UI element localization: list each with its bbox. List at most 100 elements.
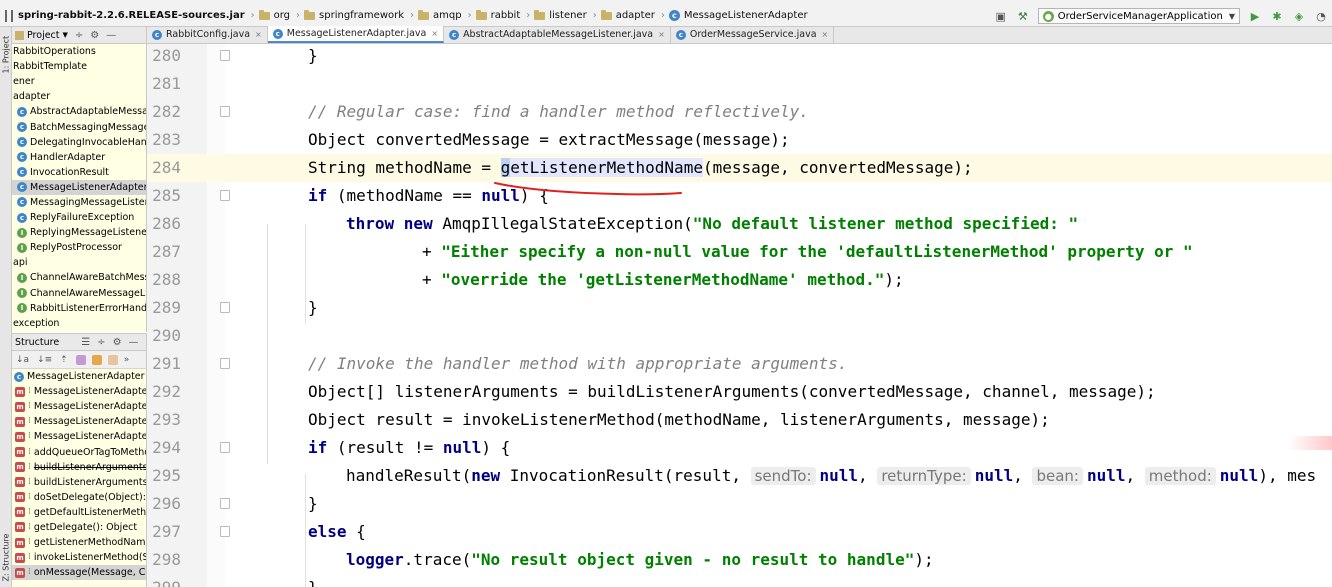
breadcrumb: spring-rabbit-2.2.6.RELEASE-sources.jar ›… [18, 9, 812, 21]
chevron-down-icon[interactable]: ▼ [63, 31, 68, 39]
structure-member-item[interactable]: m ⁞ invokeListenerMethod(Str [12, 550, 146, 565]
project-tree-item[interactable]: c HandlerAdapter [12, 150, 146, 165]
sort-by-visibility-icon[interactable]: ↓≡ [37, 355, 52, 365]
visibility-icon: ⁞ [28, 461, 31, 472]
structure-tool-window-button[interactable]: Z: Structure [2, 534, 11, 582]
interface-icon: I [17, 288, 27, 299]
project-tree-item[interactable]: c MessageListenerAdapter [12, 179, 146, 195]
editor-tab[interactable]: c AbstractAdaptableMessageListener.java × [444, 26, 671, 43]
method-icon: m [15, 567, 25, 578]
close-tab-icon[interactable]: × [658, 30, 665, 39]
project-tree-item[interactable]: RabbitOperations [12, 44, 146, 59]
breadcrumb-item[interactable]: spring-rabbit-2.2.6.RELEASE-sources.jar [18, 10, 245, 21]
project-tree[interactable]: RabbitOperations RabbitTemplate ener adapte… [12, 44, 146, 331]
structure-member-item[interactable]: m ⁞ MessageListenerAdapter( [12, 414, 146, 429]
coverage-icon[interactable]: ◈ [1291, 8, 1307, 24]
show-non-public-icon[interactable] [107, 354, 118, 365]
method-icon: m [15, 507, 25, 518]
collapse-all-icon[interactable]: ÷ [75, 30, 83, 41]
method-icon: m [15, 431, 25, 442]
structure-member-item[interactable]: m ⁞ MessageListenerAdapter( [12, 399, 146, 414]
close-tab-icon[interactable]: × [822, 30, 829, 39]
project-tree-item[interactable]: cDelegatingInvocableHandle [12, 135, 146, 150]
navigation-bar: spring-rabbit-2.2.6.RELEASE-sources.jar ›… [0, 5, 1332, 27]
structure-member-item[interactable]: m ⁞ onMessage(Message, Ch [12, 565, 146, 581]
project-tree-item[interactable]: c InvocationResult [12, 165, 146, 180]
structure-member-item[interactable]: m ⁞ getDelegate(): Object [12, 520, 146, 535]
breadcrumb-item[interactable]: › adapter [591, 9, 655, 21]
project-tree-item[interactable]: IChannelAwareMessageListe [12, 286, 146, 301]
project-tree-item[interactable]: I ReplyPostProcessor [12, 240, 146, 255]
editor-tab[interactable]: c OrderMessageService.java × [671, 26, 835, 43]
package-icon [600, 9, 612, 20]
structure-member-item[interactable]: m⁞buildListenerArguments(O [12, 475, 146, 490]
structure-member-item[interactable]: m⁞doSetDelegate(Object): vo [12, 490, 146, 505]
project-tree-item-label: RabbitTemplate [13, 61, 87, 73]
method-icon: m [15, 492, 25, 503]
structure-tree[interactable]: m ⁞ MessageListenerAdapter(m ⁞ MessageListen… [12, 384, 146, 581]
project-tree-item[interactable]: api [12, 255, 146, 270]
breadcrumb-label: spring-rabbit-2.2.6.RELEASE-sources.jar [18, 10, 245, 21]
expand-all-icon[interactable]: ☰ [81, 337, 90, 348]
code-editor[interactable]: 280} 281 282// Regular case: find a handle… [147, 44, 1332, 587]
project-tree-item[interactable]: exception [12, 316, 146, 331]
hide-panel-icon[interactable]: — [106, 30, 116, 41]
gear-icon[interactable]: ⚙ [113, 337, 122, 348]
sort-alphabetically-icon[interactable]: ↓a [16, 355, 29, 365]
project-tree-item[interactable]: I ReplyingMessageListener [12, 225, 146, 240]
structure-member-item[interactable]: m⁞buildListenerArguments(O [12, 460, 146, 475]
collapse-all-icon[interactable]: ÷ [97, 337, 105, 348]
visibility-icon: ⁞ [28, 476, 31, 487]
show-inherited-icon[interactable]: ⇡ [60, 355, 68, 365]
project-tree-item[interactable]: ener [12, 74, 146, 89]
breadcrumb-item[interactable]: › org [249, 9, 290, 21]
editor-tab[interactable]: c MessageListenerAdapter.java × [267, 26, 445, 43]
editor-tab[interactable]: c RabbitConfig.java × [147, 26, 268, 43]
breadcrumb-item[interactable]: › rabbit [466, 9, 520, 21]
breadcrumb-item[interactable]: › amqp [408, 9, 462, 21]
project-panel-title[interactable]: Project [27, 30, 60, 41]
visibility-icon: ⁞ [28, 386, 31, 397]
project-tool-window-button[interactable]: 1: Project [2, 34, 11, 74]
show-fields-icon[interactable] [91, 354, 102, 365]
project-tree-item[interactable]: adapter [12, 89, 146, 104]
breadcrumb-item[interactable]: › c MessageListenerAdapter [659, 10, 808, 21]
gear-icon[interactable]: ⚙ [90, 30, 99, 41]
structure-member-item[interactable]: m ⁞ getDefaultListenerMethod [12, 505, 146, 520]
project-tree-item[interactable]: IChannelAwareBatchMessag [12, 270, 146, 285]
project-structure-icon[interactable]: ▣ [993, 8, 1009, 24]
profile-icon[interactable]: ◔ [1313, 8, 1329, 24]
structure-member-item[interactable]: m ⁞ MessageListenerAdapter( [12, 429, 146, 444]
structure-member-item[interactable]: m ⁞ MessageListenerAdapter( [12, 384, 146, 399]
breadcrumb-separator: › [467, 10, 472, 21]
project-tree-item[interactable]: cAbstractAdaptableMessage [12, 104, 146, 119]
show-properties-icon[interactable] [75, 354, 86, 365]
class-icon: c [17, 152, 27, 163]
project-tree-item[interactable]: RabbitTemplate [12, 59, 146, 74]
project-tree-item[interactable]: cBatchMessagingMessageLis [12, 119, 146, 134]
breadcrumb-separator: › [660, 10, 665, 21]
breadcrumb-item[interactable]: › listener [524, 9, 587, 21]
structure-member-item[interactable]: m ⁞ getListenerMethodName( [12, 535, 146, 550]
project-tree-item[interactable]: cMessagingMessageListener [12, 195, 146, 210]
build-hammer-icon[interactable]: ⚒ [1015, 8, 1031, 24]
project-tree-item[interactable]: c ReplyFailureException [12, 210, 146, 225]
run-configuration-dropdown[interactable]: ● OrderServiceManagerApplication ▼ [1037, 8, 1240, 24]
hide-panel-icon[interactable]: — [129, 337, 139, 348]
close-tab-icon[interactable]: × [431, 29, 438, 38]
structure-member-item[interactable]: m ⁞ addQueueOrTagToMetho [12, 444, 146, 459]
structure-member-label: MessageListenerAdapter( [33, 416, 146, 428]
visibility-icon: ⁞ [28, 567, 31, 578]
debug-icon[interactable]: ✱ [1269, 8, 1285, 24]
chevron-right-icon[interactable]: » [124, 355, 130, 365]
method-icon: m [15, 401, 25, 412]
run-icon[interactable]: ▶ [1247, 8, 1263, 24]
project-tree-item-label: InvocationResult [30, 166, 109, 178]
method-icon: m [15, 386, 25, 397]
package-icon [534, 9, 546, 20]
project-tree-item[interactable]: IRabbitListenerErrorHandler [12, 301, 146, 316]
breadcrumb-item[interactable]: › springframework [294, 9, 404, 21]
close-tab-icon[interactable]: × [255, 30, 262, 39]
structure-root[interactable]: c MessageListenerAdapter [12, 369, 146, 384]
class-icon: c [17, 182, 27, 193]
